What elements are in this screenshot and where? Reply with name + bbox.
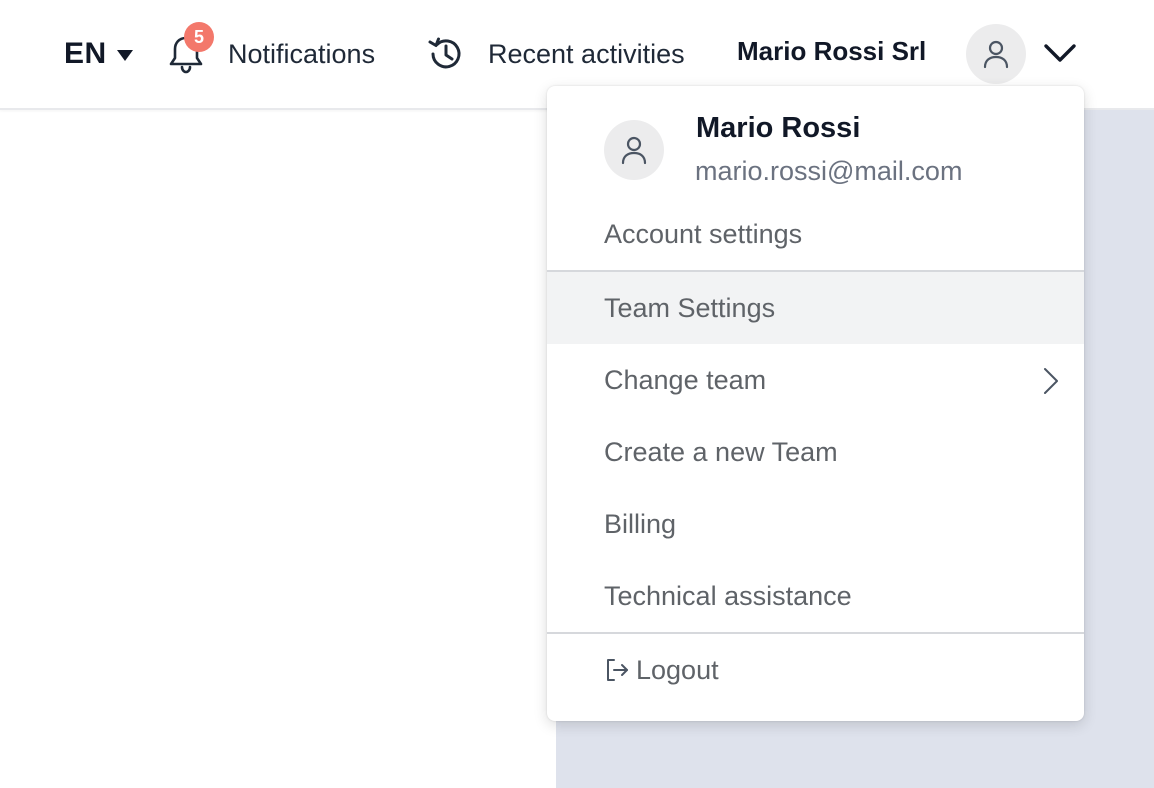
logout-icon: [607, 659, 628, 681]
language-code: EN: [64, 37, 107, 70]
user-icon: [621, 136, 647, 165]
menu-item-account-settings[interactable]: Account settings: [547, 198, 1084, 270]
menu-item-billing[interactable]: Billing: [547, 488, 1084, 560]
user-icon: [983, 40, 1009, 69]
language-selector[interactable]: EN: [64, 34, 133, 74]
logout-label: Logout: [636, 654, 719, 685]
chevron-down-icon[interactable]: [1042, 38, 1078, 68]
history-icon: [428, 37, 461, 69]
notifications-button[interactable]: 5 Notifications: [166, 22, 376, 84]
user-avatar-button[interactable]: [966, 24, 1026, 84]
menu-item-create-team[interactable]: Create a new Team: [547, 416, 1084, 488]
chevron-right-icon: [1044, 368, 1058, 394]
user-dropdown-menu: Mario Rossi mario.rossi@mail.com Account…: [547, 86, 1084, 721]
logout-button[interactable]: Logout: [547, 634, 1084, 706]
bell-icon-wrap: 5: [166, 22, 214, 84]
menu-item-label: Billing: [604, 508, 677, 539]
notification-count-badge: 5: [184, 22, 214, 52]
notifications-label: Notifications: [228, 38, 376, 69]
menu-item-change-team[interactable]: Change team: [547, 344, 1084, 416]
menu-item-label: Change team: [604, 364, 767, 395]
menu-item-label: Create a new Team: [604, 436, 838, 467]
company-name: Mario Rossi Srl: [737, 36, 927, 66]
recent-activities-button[interactable]: Recent activities: [426, 24, 685, 84]
user-profile-header: Mario Rossi mario.rossi@mail.com: [547, 86, 1084, 198]
menu-item-team-settings[interactable]: Team Settings: [547, 272, 1084, 344]
caret-down-icon: [116, 49, 133, 61]
menu-item-label: Technical assistance: [604, 580, 852, 611]
menu-item-technical-assistance[interactable]: Technical assistance: [547, 560, 1084, 632]
menu-item-label: Team Settings: [604, 292, 776, 323]
user-name: Mario Rossi: [696, 112, 861, 144]
user-email: mario.rossi@mail.com: [695, 156, 963, 186]
menu-item-label: Account settings: [604, 218, 803, 249]
avatar: [604, 120, 664, 180]
recent-activities-label: Recent activities: [488, 38, 685, 69]
